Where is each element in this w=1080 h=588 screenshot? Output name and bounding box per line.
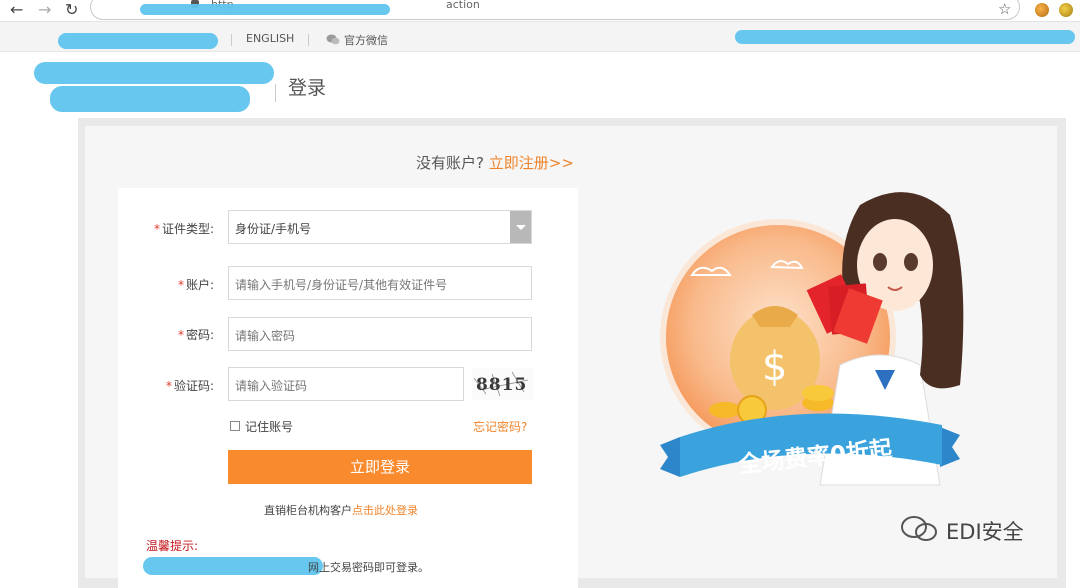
page-title: 登录	[288, 77, 327, 99]
captcha-text: 8815	[476, 375, 527, 395]
bookmark-star-icon[interactable]: ☆	[998, 0, 1011, 18]
redacted-site-logo	[50, 86, 250, 112]
ribbon-tail-left	[660, 437, 680, 477]
extension-icon[interactable]	[1059, 3, 1073, 17]
tip-text: 网上交易密码即可登录。	[308, 561, 429, 574]
captcha-placeholder: 请输入验证码	[235, 379, 308, 393]
english-link[interactable]: ENGLISH	[246, 32, 294, 45]
remember-label[interactable]: 记住账号	[245, 418, 293, 435]
captcha-input[interactable]: 请输入验证码	[228, 367, 464, 401]
password-input[interactable]: 请输入密码	[228, 317, 532, 351]
coin-icon	[802, 385, 834, 401]
direct-prefix: 直销柜台机构客户	[264, 504, 352, 517]
password-label: * 密码:	[177, 328, 214, 342]
captcha-label: * 验证码:	[165, 379, 214, 393]
back-icon[interactable]: ←	[10, 1, 23, 19]
url-end: action	[446, 0, 480, 11]
remember-checkbox[interactable]	[230, 421, 240, 431]
account-label: * 账户:	[177, 278, 214, 292]
tip-label: 温馨提示:	[146, 539, 199, 553]
redacted-topbar-right	[735, 30, 1075, 44]
reload-icon[interactable]: ↻	[65, 1, 78, 19]
wechat-icon	[326, 34, 340, 45]
wechat-link[interactable]: 官方微信	[344, 32, 388, 48]
chevron-down-icon[interactable]	[510, 211, 531, 243]
divider	[308, 34, 309, 46]
coin-icon	[709, 402, 741, 418]
wechat-watermark-icon	[901, 516, 937, 541]
forgot-password-link[interactable]: 忘记密码?	[473, 418, 527, 435]
password-placeholder: 请输入密码	[235, 329, 296, 343]
redacted-site-logo	[34, 62, 274, 84]
account-placeholder: 请输入手机号/身份证号/其他有效证件号	[235, 278, 448, 292]
dollar-sign: $	[762, 344, 787, 390]
id-type-value: 身份证/手机号	[235, 222, 312, 236]
watermark-text: EDI安全	[946, 520, 1024, 544]
no-account-text: 没有账户?	[416, 154, 484, 172]
login-button[interactable]: 立即登录	[228, 450, 532, 484]
direct-sales-login: 直销柜台机构客户点击此处登录	[264, 502, 418, 518]
divider	[231, 34, 232, 46]
forward-icon[interactable]: →	[38, 1, 51, 19]
redacted-logo-area	[58, 33, 218, 49]
direct-login-link[interactable]: 点击此处登录	[352, 504, 418, 517]
redacted-tip	[143, 557, 323, 575]
title-divider	[275, 84, 276, 102]
ribbon-tail-right	[940, 427, 960, 467]
account-input[interactable]: 请输入手机号/身份证号/其他有效证件号	[228, 266, 532, 300]
captcha-image[interactable]: 8815	[472, 368, 534, 400]
redacted-url	[140, 4, 390, 15]
register-prompt: 没有账户? 立即注册>>	[416, 152, 574, 173]
id-type-select[interactable]: 身份证/手机号	[228, 210, 532, 244]
extension-cookie-icon[interactable]	[1035, 3, 1049, 17]
id-type-label: * 证件类型:	[153, 222, 214, 236]
register-link[interactable]: 立即注册>>	[489, 154, 574, 172]
promo-illustration: $ 全场费率0折起	[660, 192, 964, 486]
